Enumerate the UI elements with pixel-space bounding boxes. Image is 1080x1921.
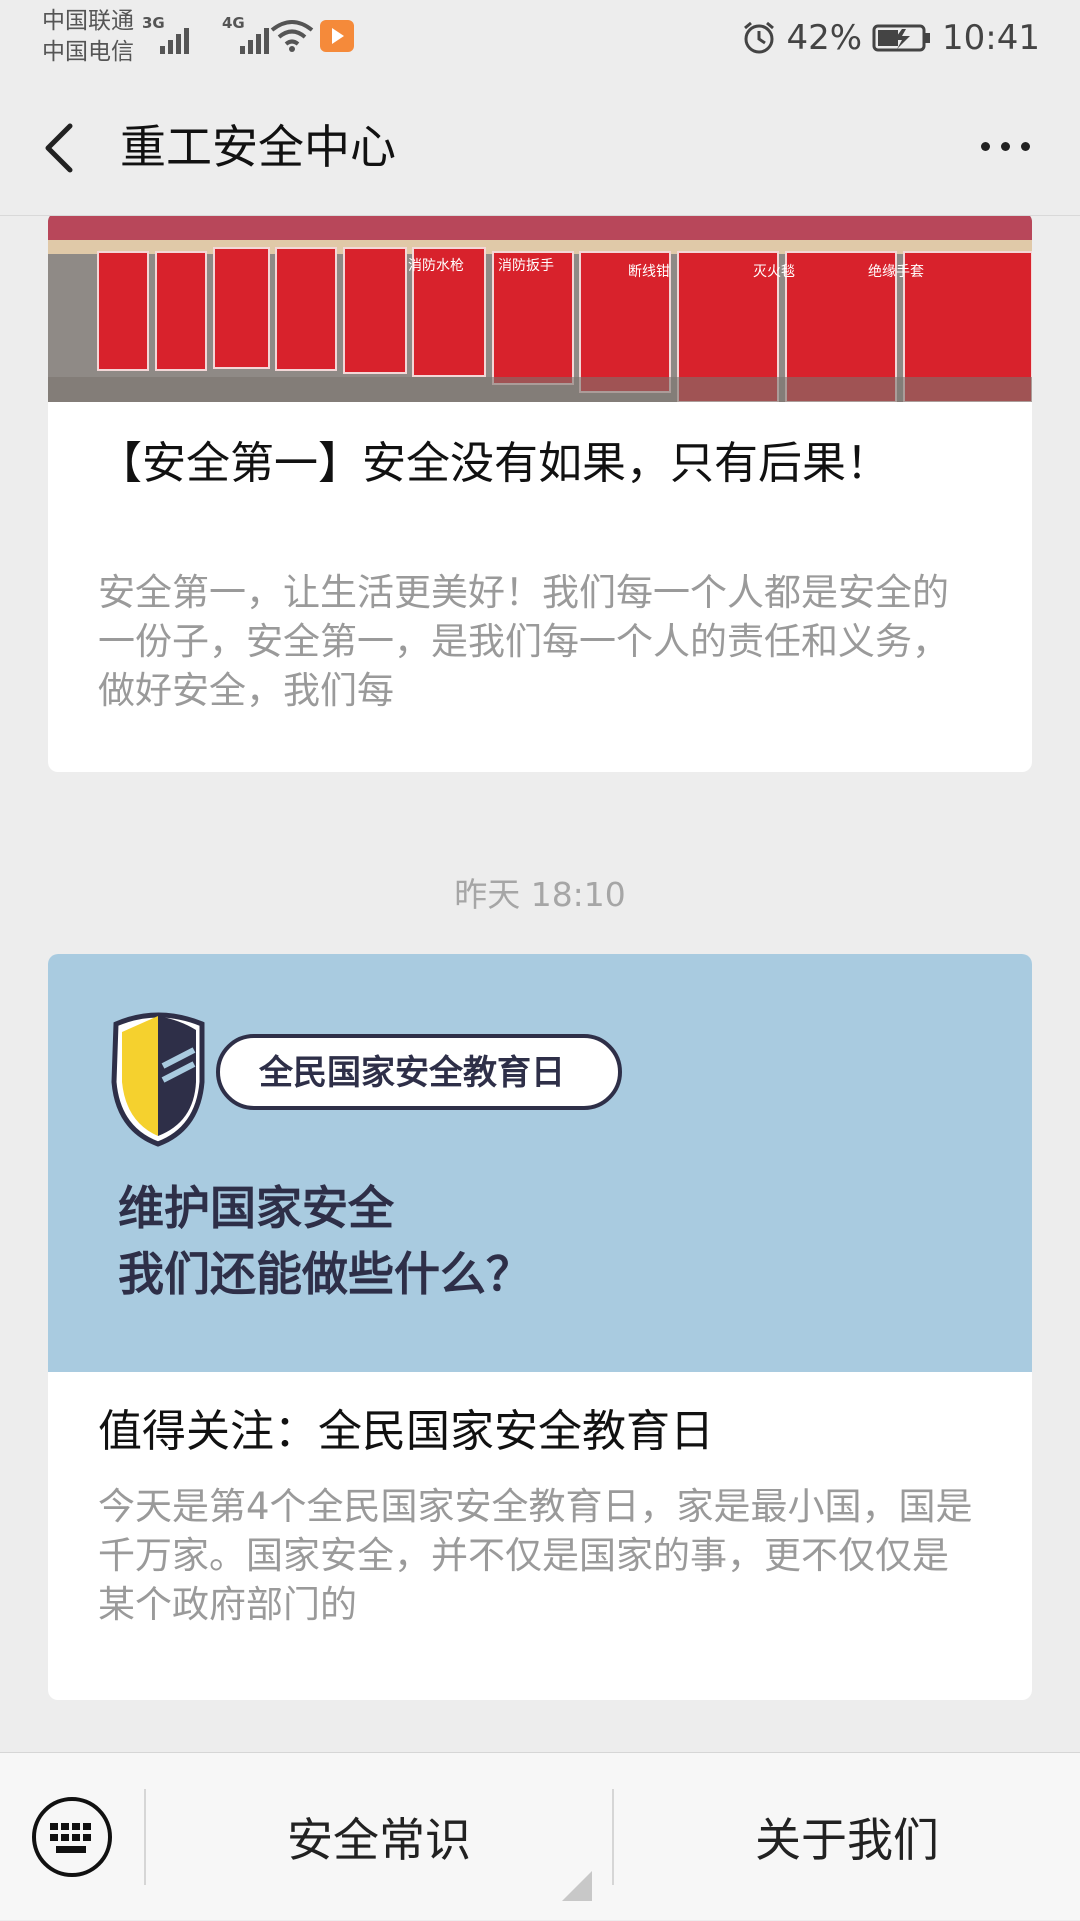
back-arrow-icon[interactable] (36, 112, 86, 182)
carrier-info: 中国联通 中国电信 (42, 6, 134, 68)
chat-header: 重工安全中心 (0, 76, 1080, 216)
signal-3g-icon: 3G (142, 14, 202, 54)
battery-charging-icon (872, 24, 931, 52)
page-title: 重工安全中心 (120, 120, 396, 174)
status-bar: 中国联通 中国电信 3G 4G 42% 10:41 (0, 0, 1080, 76)
shield-icon (111, 1012, 205, 1147)
poster-headline-1: 维护国家安全 (118, 1181, 395, 1235)
panel-label: 断线钳 (628, 264, 670, 280)
more-options-icon[interactable] (970, 126, 1040, 166)
poster-headline-2: 我们还能做些什么？ (118, 1247, 532, 1301)
article-card[interactable]: 绝缘手套 灭火毯 断线钳 消防扳手 消防水枪 【安全第一】安全没有如果，只有后果！ 安全… (48, 216, 1032, 772)
keyboard-icon[interactable] (30, 1795, 114, 1879)
article-cover-image[interactable]: 绝缘手套 灭火毯 断线钳 消防扳手 消防水枪 (48, 216, 1032, 402)
article-summary: 安全第一，让生活更美好！我们每一个人都是安全的一份子，安全第一，是我们每一个人的… (98, 571, 949, 712)
menu-item-about-us[interactable]: 关于我们 (614, 1753, 1080, 1921)
panel-label: 消防扳手 (498, 258, 554, 274)
carrier-2: 中国电信 (42, 39, 134, 65)
video-app-icon (320, 20, 354, 52)
article-summary: 今天是第4个全民国家安全教育日，家是最小国，国是千万家。国家安全，并不仅是国家的… (98, 1485, 973, 1626)
message-timestamp: 昨天 18:10 (454, 875, 626, 914)
article-title[interactable]: 【安全第一】安全没有如果，只有后果！ (98, 434, 982, 494)
panel-label: 绝缘手套 (868, 264, 924, 280)
submenu-indicator-icon (562, 1871, 592, 1901)
wifi-icon (270, 20, 314, 52)
bottom-menu: 安全常识 关于我们 (0, 1752, 1080, 1920)
article-cover-image[interactable]: 全民国家安全教育日 维护国家安全 我们还能做些什么？ (48, 954, 1032, 1372)
menu-item-safety-knowledge[interactable]: 安全常识 (146, 1753, 612, 1921)
battery-percent: 42% (786, 18, 863, 58)
carrier-1: 中国联通 (42, 8, 134, 34)
poster-badge-text: 全民国家安全教育日 (258, 1053, 565, 1093)
panel-label: 灭火毯 (753, 264, 795, 280)
panel-label: 消防水枪 (408, 257, 464, 274)
clock: 10:41 (942, 18, 1040, 58)
message-list[interactable]: 绝缘手套 灭火毯 断线钳 消防扳手 消防水枪 【安全第一】安全没有如果，只有后果！ 安全… (0, 216, 1080, 1752)
article-card[interactable]: 全民国家安全教育日 维护国家安全 我们还能做些什么？ 值得关注：全民国家安全教育… (48, 954, 1032, 1700)
article-title[interactable]: 值得关注：全民国家安全教育日 (98, 1402, 982, 1462)
alarm-icon (744, 21, 775, 54)
